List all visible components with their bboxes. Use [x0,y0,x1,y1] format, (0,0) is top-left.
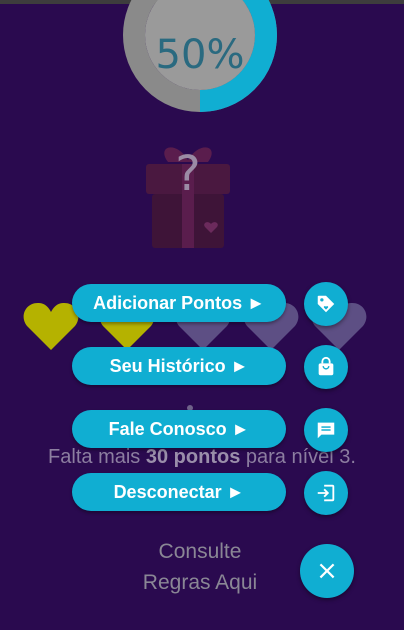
gift-question-mark: ? [175,146,201,202]
history-fab[interactable] [304,345,348,389]
rules-link-line1: Consulte [158,540,242,563]
chat-icon [317,422,335,439]
logout-fab[interactable] [304,471,348,515]
menu-item-history[interactable]: Seu Histórico ► [72,345,348,389]
close-icon: × [316,556,338,586]
shopping-bag-icon [318,356,334,376]
history-button[interactable]: Seu Histórico ► [72,347,286,385]
menu-item-logout[interactable]: Desconectar ► [72,471,348,515]
add-points-fab[interactable] [304,282,348,326]
progress-ring: 50% [121,0,279,114]
close-menu-button[interactable]: × [300,544,354,598]
progress-percent: 50% [155,32,245,78]
contact-fab[interactable] [304,408,348,452]
logout-button[interactable]: Desconectar ► [72,473,286,511]
tag-icon [317,295,335,313]
menu-item-contact[interactable]: Fale Conosco ► [72,408,348,452]
menu-item-add-points[interactable]: Adicionar Pontos ► [72,282,348,326]
contact-button[interactable]: Fale Conosco ► [72,410,286,448]
rules-link[interactable]: Consulte Regras Aqui [110,536,290,598]
logout-icon [317,484,335,502]
rules-link-line2: Regras Aqui [142,571,258,594]
add-points-button[interactable]: Adicionar Pontos ► [72,284,286,322]
mystery-gift: ? [138,140,238,252]
